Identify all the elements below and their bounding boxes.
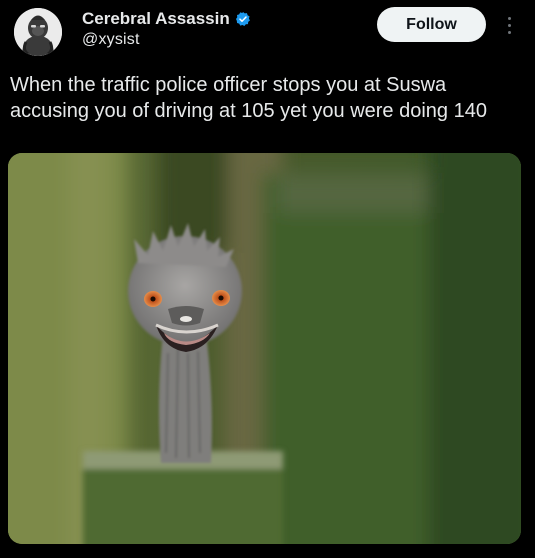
verified-badge-icon [235, 11, 251, 27]
user-handle[interactable]: @xysist [82, 31, 251, 49]
more-dot [507, 16, 511, 20]
more-vertical-icon[interactable] [503, 10, 515, 40]
more-dot [507, 30, 511, 34]
gorilla-avatar-icon [14, 8, 62, 56]
emu-peeking-photo [8, 153, 521, 544]
post: Cerebral Assassin @xysist Follow When th… [0, 0, 535, 558]
follow-button[interactable]: Follow [377, 7, 486, 42]
post-text: When the traffic police officer stops yo… [10, 74, 487, 122]
post-media[interactable] [8, 153, 521, 544]
display-name[interactable]: Cerebral Assassin [82, 9, 230, 29]
avatar[interactable] [14, 8, 62, 56]
author-info: Cerebral Assassin @xysist [82, 8, 251, 49]
more-dot [507, 23, 511, 27]
display-name-row: Cerebral Assassin [82, 8, 251, 30]
